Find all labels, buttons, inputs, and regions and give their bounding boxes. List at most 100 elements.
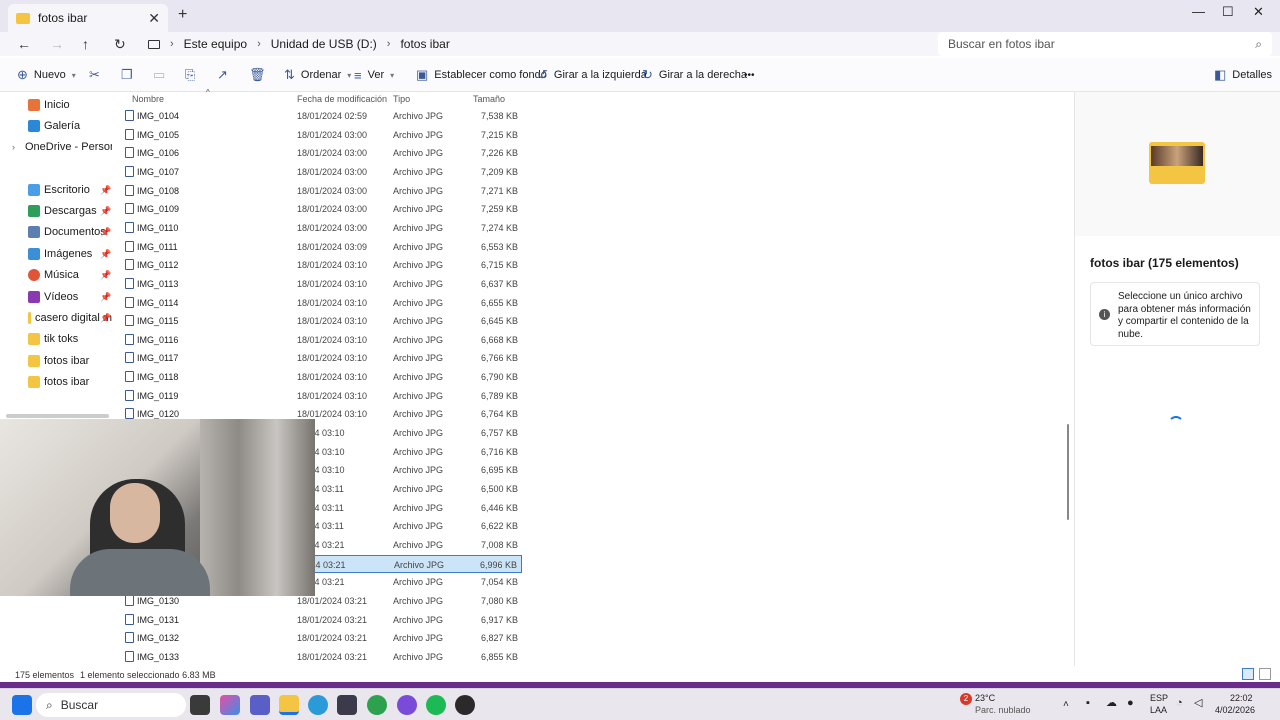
file-row[interactable]: IMG_0117 18/01/2024 03:10 Archivo JPG 6,766… xyxy=(118,349,522,367)
cut-button[interactable]: ✂ xyxy=(89,58,100,92)
chevron-up-icon[interactable]: ˄ xyxy=(1063,699,1069,710)
obs-icon[interactable] xyxy=(455,695,475,715)
file-name: IMG_0115 xyxy=(137,316,179,327)
file-row[interactable]: IMG_0131 18/01/2024 03:21 Archivo JPG 6,917… xyxy=(118,611,522,629)
breadcrumb-item[interactable]: Este equipo xyxy=(184,37,247,51)
sidebar-item-inicio[interactable]: Inicio xyxy=(0,95,112,115)
file-list-scrollbar[interactable] xyxy=(1067,424,1069,520)
maximize-button[interactable]: ☐ xyxy=(1222,4,1234,20)
delete-button[interactable]: 🗑 xyxy=(249,58,266,92)
more-options-button[interactable]: ••• xyxy=(744,58,755,92)
sidebar-item-casero[interactable]: casero digital m 📌 xyxy=(0,308,112,328)
sort-button[interactable]: ⇅ Ordenar ▾ xyxy=(284,58,351,92)
sidebar-item-descargas[interactable]: Descargas 📌 xyxy=(0,201,112,221)
file-row[interactable]: IMG_0109 18/01/2024 03:00 Archivo JPG 7,259… xyxy=(118,200,522,218)
store-icon[interactable] xyxy=(337,695,357,715)
sidebar-item-galeria[interactable]: Galería xyxy=(0,116,112,136)
sidebar-item-documentos[interactable]: Documentos 📌 xyxy=(0,222,112,242)
file-row[interactable]: IMG_0111 18/01/2024 03:09 Archivo JPG 6,553… xyxy=(118,238,522,256)
weather-desc[interactable]: Parc. nublado xyxy=(975,705,1031,716)
teams-icon[interactable] xyxy=(250,695,270,715)
file-row[interactable]: IMG_0119 18/01/2024 03:10 Archivo JPG 6,789… xyxy=(118,387,522,405)
sidebar-item-fotos-ibar-2[interactable]: fotos ibar xyxy=(0,372,112,392)
folder-icon xyxy=(28,355,40,367)
language-code[interactable]: ESP xyxy=(1150,693,1168,704)
taskbar-search[interactable]: ⌕ Buscar xyxy=(36,693,186,717)
file-row[interactable]: IMG_0113 18/01/2024 03:10 Archivo JPG 6,637… xyxy=(118,275,522,293)
file-row[interactable]: IMG_0105 18/01/2024 03:00 Archivo JPG 7,215… xyxy=(118,126,522,144)
file-type: Archivo JPG xyxy=(393,484,444,494)
details-view-icon[interactable] xyxy=(1242,668,1254,680)
tab-fotos-ibar[interactable]: fotos ibar ✕ xyxy=(8,4,168,32)
edge-icon[interactable] xyxy=(308,695,328,715)
task-view-icon[interactable] xyxy=(190,695,210,715)
paste-button[interactable]: ▭ xyxy=(153,58,165,92)
clock-date[interactable]: 4/02/2026 xyxy=(1215,705,1255,716)
microphone-icon[interactable]: ● xyxy=(1127,698,1134,709)
volume-icon[interactable]: ◁ xyxy=(1194,698,1202,709)
forward-arrow-icon[interactable]: → xyxy=(50,36,64,52)
sidebar-item-videos[interactable]: Vídeos 📌 xyxy=(0,287,112,307)
sidebar-scrollbar[interactable] xyxy=(6,414,109,418)
pin-icon: 📌 xyxy=(100,248,112,259)
spotify-icon[interactable] xyxy=(426,695,446,715)
file-name: IMG_0117 xyxy=(137,353,179,364)
file-row[interactable]: IMG_0107 18/01/2024 03:00 Archivo JPG 7,209… xyxy=(118,163,522,181)
sidebar-item-imagenes[interactable]: Imágenes 📌 xyxy=(0,244,112,264)
close-tab-icon[interactable]: ✕ xyxy=(148,10,160,27)
sidebar-item-tiktoks[interactable]: tik toks xyxy=(0,329,112,349)
file-row[interactable]: IMG_0114 18/01/2024 03:10 Archivo JPG 6,655… xyxy=(118,294,522,312)
keyboard-layout[interactable]: LAA xyxy=(1150,705,1167,716)
rotate-left-button[interactable]: ↺ Girar a la izquierda xyxy=(537,58,647,92)
search-input[interactable]: Buscar en fotos ibar ⌕ xyxy=(938,32,1272,56)
weather-temp[interactable]: 23°C xyxy=(975,693,995,704)
back-arrow-icon[interactable]: ← xyxy=(17,36,31,52)
minimize-button[interactable]: — xyxy=(1192,4,1205,19)
breadcrumb-item[interactable]: fotos ibar xyxy=(400,37,449,51)
file-row[interactable]: IMG_0116 18/01/2024 03:10 Archivo JPG 6,668… xyxy=(118,331,522,349)
file-row[interactable]: IMG_0106 18/01/2024 03:00 Archivo JPG 7,226… xyxy=(118,144,522,162)
close-window-button[interactable]: ✕ xyxy=(1253,4,1264,20)
jpg-file-icon xyxy=(125,184,134,196)
chrome-icon[interactable] xyxy=(367,695,387,715)
refresh-icon[interactable]: ↻ xyxy=(114,36,126,53)
file-size: 7,226 KB xyxy=(480,148,518,159)
sidebar-item-escritorio[interactable]: Escritorio 📌 xyxy=(0,180,112,200)
view-button[interactable]: ≡ Ver ▾ xyxy=(354,58,394,92)
wifi-icon[interactable]: ◔ xyxy=(1176,698,1183,709)
windows-start-icon[interactable] xyxy=(12,695,32,715)
set-background-button[interactable]: ▣ Establecer como fondo xyxy=(416,58,547,92)
sidebar-item-musica[interactable]: Música 📌 xyxy=(0,265,112,285)
selection-info: 1 elemento seleccionado 6.83 MB xyxy=(80,670,216,680)
share-button[interactable]: ↗ xyxy=(217,58,228,92)
rotate-right-button[interactable]: ↻ Girar a la derecha xyxy=(642,58,747,92)
file-row[interactable]: IMG_0118 18/01/2024 03:10 Archivo JPG 6,790… xyxy=(118,368,522,386)
sidebar-item-onedrive[interactable]: › OneDrive - Persona xyxy=(0,137,112,157)
details-button[interactable]: ◧ Detalles xyxy=(1214,58,1272,92)
file-row[interactable]: IMG_0112 18/01/2024 03:10 Archivo JPG 6,715… xyxy=(118,256,522,274)
file-row[interactable]: IMG_0110 18/01/2024 03:00 Archivo JPG 7,274… xyxy=(118,219,522,237)
file-row[interactable]: IMG_0132 18/01/2024 03:21 Archivo JPG 6,827… xyxy=(118,629,522,647)
onedrive-tray-icon[interactable]: ☁ xyxy=(1106,698,1117,709)
file-explorer-icon[interactable] xyxy=(279,695,299,715)
copilot-icon[interactable] xyxy=(220,695,240,715)
sidebar-item-fotos-ibar[interactable]: fotos ibar xyxy=(0,351,112,371)
chevron-down-icon: ▾ xyxy=(71,70,76,80)
rename-button[interactable]: ⎘ xyxy=(185,58,195,92)
file-row[interactable]: IMG_0115 18/01/2024 03:10 Archivo JPG 6,645… xyxy=(118,312,522,330)
clock-time[interactable]: 22:02 xyxy=(1230,693,1253,704)
new-tab-button[interactable]: + xyxy=(178,6,187,24)
new-button[interactable]: ⊕ Nuevo ▾ xyxy=(17,58,76,92)
file-row[interactable]: IMG_0108 18/01/2024 03:00 Archivo JPG 7,271… xyxy=(118,182,522,200)
tiles-view-icon[interactable] xyxy=(1259,668,1271,680)
breadcrumb-item[interactable]: Unidad de USB (D:) xyxy=(271,37,377,51)
file-row[interactable]: IMG_0104 18/01/2024 02:59 Archivo JPG 7,538… xyxy=(118,107,522,125)
file-row[interactable]: IMG_0133 18/01/2024 03:21 Archivo JPG 6,855… xyxy=(118,648,522,666)
search-icon: ⌕ xyxy=(46,697,53,712)
copy-button[interactable]: ❐ xyxy=(121,58,133,92)
breadcrumb[interactable]: › Este equipo › Unidad de USB (D:) › fot… xyxy=(140,32,930,56)
up-arrow-icon[interactable]: ↑ xyxy=(82,36,89,52)
discord-icon[interactable] xyxy=(397,695,417,715)
file-name: IMG_0133 xyxy=(137,651,180,662)
tray-app-icon[interactable]: ▪ xyxy=(1086,698,1090,709)
